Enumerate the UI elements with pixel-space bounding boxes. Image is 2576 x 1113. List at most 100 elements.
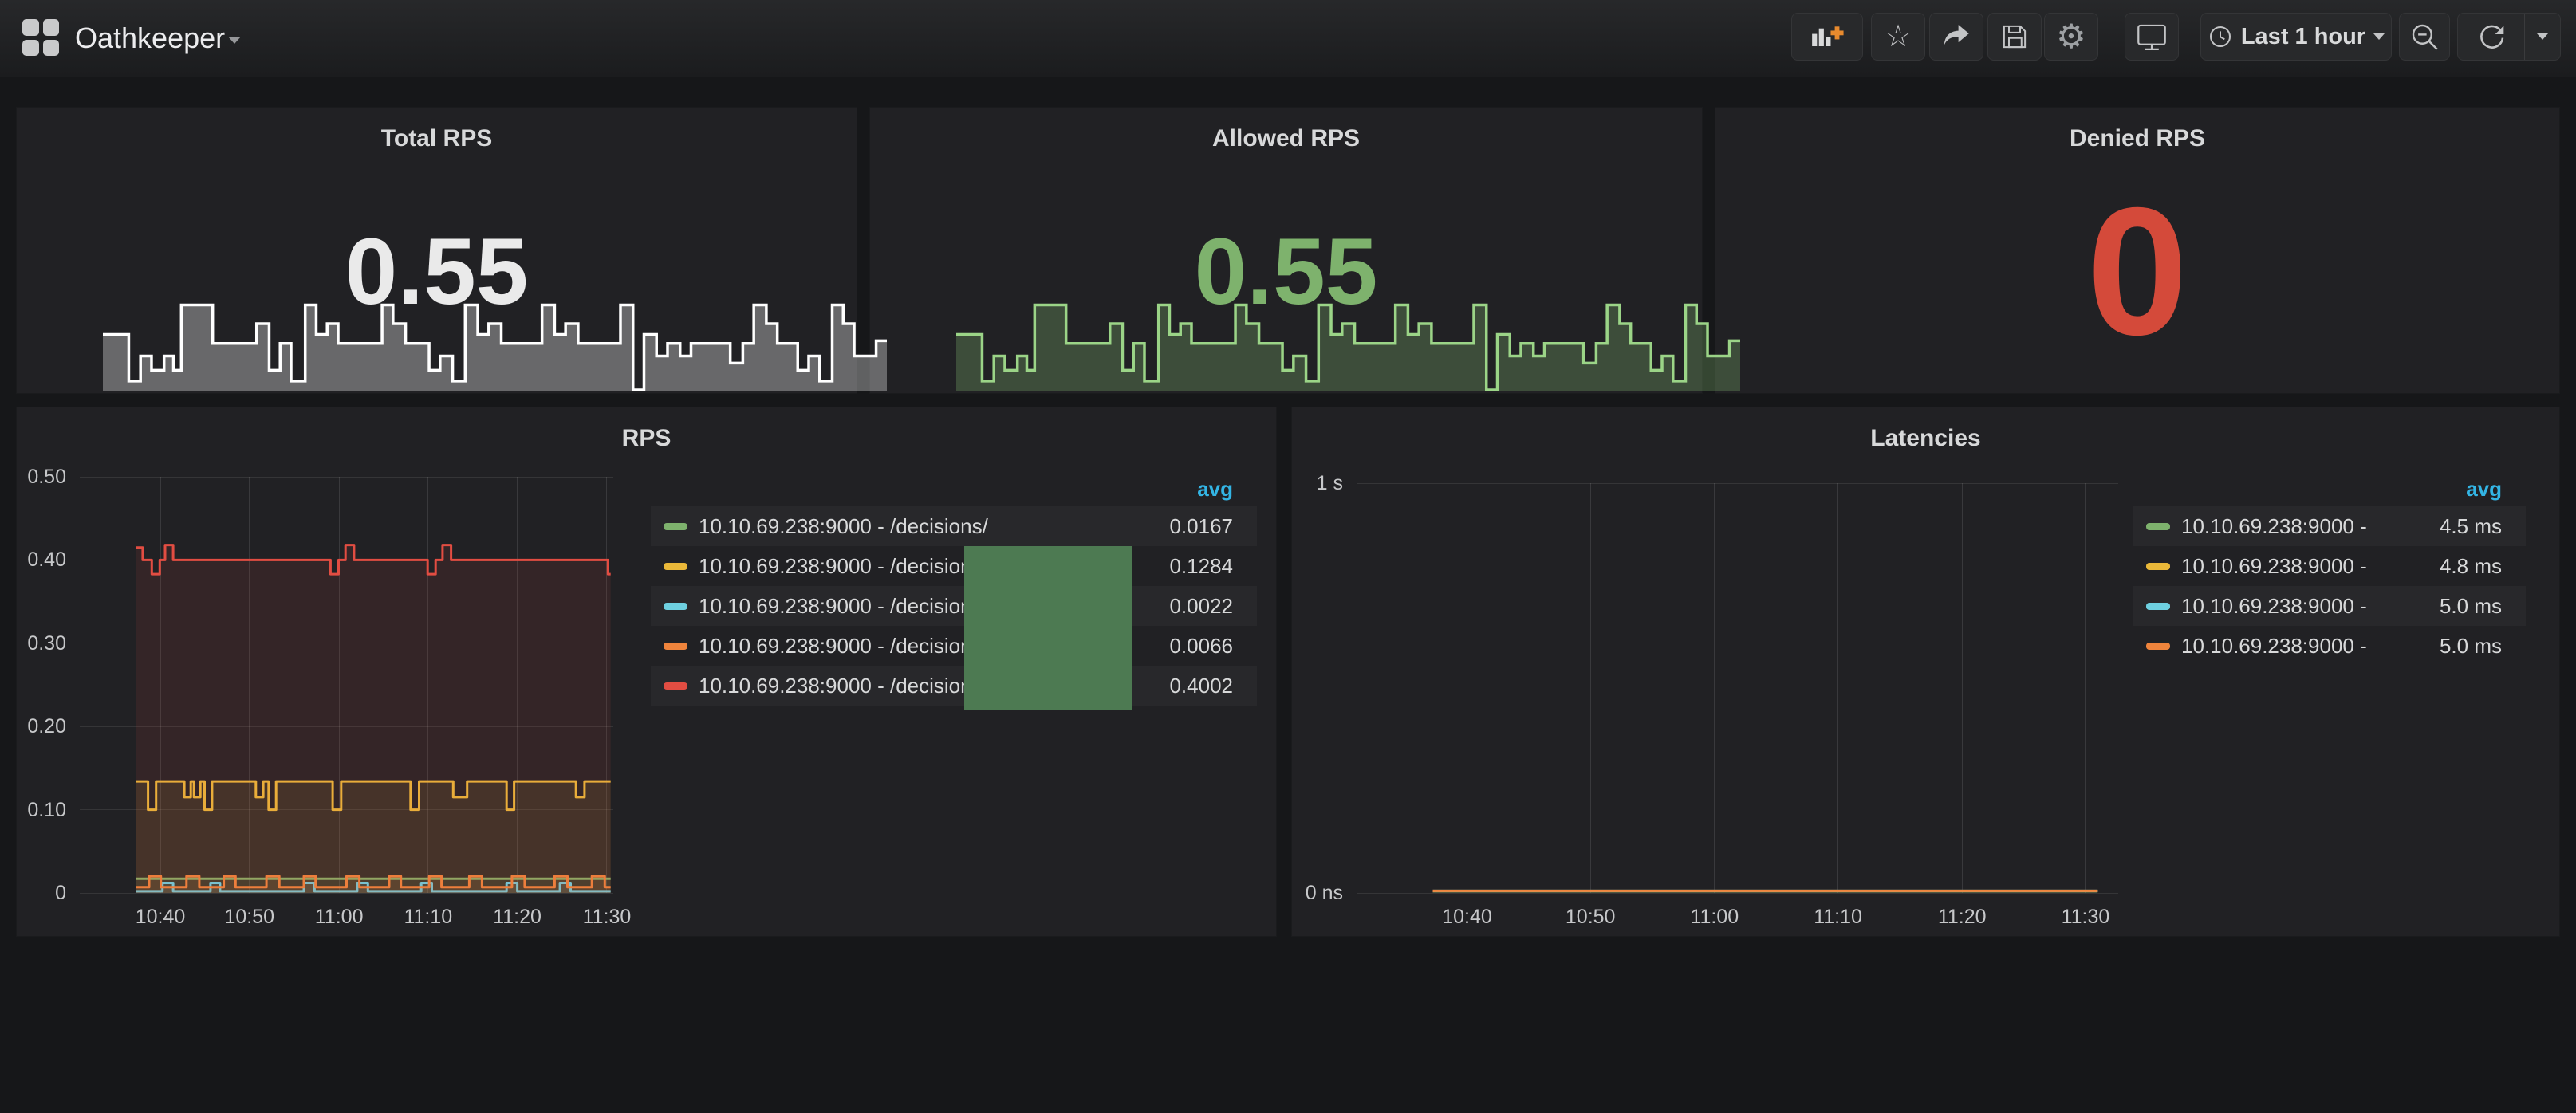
cycle-view-button[interactable] — [2125, 13, 2179, 61]
x-tick-label: 11:30 — [2046, 906, 2125, 929]
legend-row[interactable]: 10.10.69.238:9000 - p100 5.0 ms — [2133, 626, 2526, 666]
save-button[interactable] — [1987, 13, 2042, 61]
series-color-chip[interactable] — [664, 523, 687, 530]
dashboard-grid-icon[interactable] — [22, 19, 59, 56]
refresh-button[interactable] — [2458, 14, 2524, 60]
add-panel-button[interactable] — [1791, 13, 1863, 61]
zoom-out-button[interactable] — [2399, 13, 2450, 61]
gear-icon: ⚙ — [2056, 20, 2086, 53]
rps-series-svg — [80, 477, 613, 893]
panel-total-rps: Total RPS 0.55 — [16, 107, 857, 394]
refresh-icon — [2476, 21, 2507, 53]
stat-value-total: 0.55 — [17, 225, 857, 319]
x-tick-label: 11:20 — [1922, 906, 2002, 929]
x-tick-label: 10:40 — [1427, 906, 1507, 929]
navbar: Oathkeeper ☆ — [0, 0, 2576, 77]
refresh-interval-dropdown[interactable] — [2524, 14, 2560, 60]
green-overlay-artifact — [964, 546, 1132, 710]
panel-latencies-graph: Latencies 0 ns1 s 10:4010:5011:0011:1011… — [1291, 407, 2560, 937]
clock-icon — [2208, 24, 2233, 49]
series-name[interactable]: 10.10.69.238:9000 - p100 — [2181, 634, 2366, 659]
x-tick-label: 11:00 — [1675, 906, 1755, 929]
panel-allowed-rps: Allowed RPS 0.55 — [869, 107, 1703, 394]
series-color-chip[interactable] — [664, 643, 687, 650]
series-avg-value: 4.8 ms — [2366, 554, 2526, 579]
panel-denied-rps: Denied RPS 0 — [1715, 107, 2560, 394]
series-avg-value: 0.0167 — [1097, 514, 1257, 539]
legend-row[interactable]: 10.10.69.238:9000 - /decisions/ 0.0066 — [651, 626, 1257, 666]
series-name[interactable]: 10.10.69.238:9000 - p99 — [2181, 594, 2366, 619]
series-color-chip[interactable] — [664, 563, 687, 570]
series-name[interactable]: 10.10.69.238:9000 - p95 — [2181, 554, 2366, 579]
time-range-picker[interactable]: Last 1 hour — [2200, 13, 2392, 61]
legend-row[interactable]: 10.10.69.238:9000 - /decisions/ 0.0022 — [651, 586, 1257, 626]
latencies-y-axis: 0 ns1 s — [1292, 483, 1345, 893]
legend-row[interactable]: 10.10.69.238:9000 - /decisions/ 0.1284 — [651, 546, 1257, 586]
x-tick-label: 11:30 — [567, 906, 647, 929]
chevron-down-icon — [2537, 33, 2548, 40]
y-tick-label: 0 ns — [1290, 881, 1343, 905]
stat-value-allowed: 0.55 — [870, 225, 1702, 319]
panel-title[interactable]: Total RPS — [17, 125, 857, 152]
y-tick-label: 0.30 — [15, 631, 66, 655]
x-tick-label: 10:40 — [120, 906, 200, 929]
star-icon: ☆ — [1885, 22, 1912, 52]
legend-row[interactable]: 10.10.69.238:9000 - /decisions/ 0.4002 — [651, 666, 1257, 706]
add-panel-icon — [1808, 20, 1846, 53]
x-tick-label: 11:10 — [388, 906, 468, 929]
save-icon — [1998, 20, 2031, 53]
series-color-chip[interactable] — [2146, 643, 2170, 650]
refresh-split-button — [2457, 13, 2561, 61]
zoom-out-icon — [2408, 20, 2441, 53]
y-tick-label: 0.20 — [15, 714, 66, 738]
x-tick-label: 10:50 — [1550, 906, 1630, 929]
series-avg-value: 5.0 ms — [2366, 594, 2526, 619]
x-tick-label: 11:00 — [299, 906, 379, 929]
series-color-chip[interactable] — [2146, 603, 2170, 610]
chevron-down-icon — [2373, 33, 2385, 40]
dashboard-title-dropdown[interactable]: Oathkeeper — [75, 0, 225, 77]
panel-rps-graph: RPS 0 0.10 0.20 0.30 0.40 0.50 10:40 10:50 11:0… — [16, 407, 1277, 937]
rps-y-axis: 00.100.200.300.400.50 — [17, 477, 68, 893]
legend-row[interactable]: 10.10.69.238:9000 - /decisions/ 0.0167 — [651, 506, 1257, 546]
legend-row[interactable]: 10.10.69.238:9000 - p90 4.5 ms — [2133, 506, 2526, 546]
legend-row[interactable]: 10.10.69.238:9000 - p95 4.8 ms — [2133, 546, 2526, 586]
legend-row[interactable]: 10.10.69.238:9000 - p99 5.0 ms — [2133, 586, 2526, 626]
panel-title[interactable]: Allowed RPS — [870, 125, 1702, 152]
series-color-chip[interactable] — [664, 682, 687, 690]
series-name[interactable]: 10.10.69.238:9000 - /decisions/ — [699, 514, 1097, 539]
x-tick-label: 11:20 — [478, 906, 557, 929]
latencies-series-svg — [1357, 483, 2118, 893]
rps-x-axis: 10:4010:5011:0011:1011:2011:30 — [80, 903, 613, 930]
settings-button[interactable]: ⚙ — [2044, 13, 2098, 61]
series-avg-value: 4.5 ms — [2366, 514, 2526, 539]
legend-avg-header[interactable]: avg — [651, 471, 1257, 506]
series-color-chip[interactable] — [2146, 563, 2170, 570]
panel-title[interactable]: RPS — [17, 425, 1276, 452]
legend-avg-header[interactable]: avg — [2133, 471, 2526, 506]
monitor-icon — [2134, 19, 2169, 54]
grafana-dashboard: Oathkeeper ☆ — [0, 0, 2576, 1113]
y-tick-label: 1 s — [1290, 471, 1343, 495]
y-tick-label: 0.40 — [15, 548, 66, 572]
star-button[interactable]: ☆ — [1871, 13, 1925, 61]
y-tick-label: 0.10 — [15, 798, 66, 822]
panel-title[interactable]: Latencies — [1292, 425, 2559, 452]
rps-legend: avg 10.10.69.238:9000 - /decisions/ 0.01… — [651, 471, 1257, 706]
series-color-chip[interactable] — [664, 603, 687, 610]
share-button[interactable] — [1929, 13, 1983, 61]
y-tick-label: 0.50 — [15, 465, 66, 489]
series-avg-value: 5.0 ms — [2366, 634, 2526, 659]
chevron-down-icon[interactable] — [228, 37, 241, 44]
share-icon — [1940, 20, 1973, 53]
x-tick-label: 11:10 — [1798, 906, 1878, 929]
x-tick-label: 10:50 — [210, 906, 290, 929]
series-color-chip[interactable] — [2146, 523, 2170, 530]
latencies-x-axis: 10:4010:5011:0011:1011:2011:30 — [1357, 903, 2118, 930]
panel-title[interactable]: Denied RPS — [1715, 125, 2559, 152]
stat-value-denied: 0 — [1715, 181, 2559, 363]
rps-plot-area[interactable] — [80, 477, 613, 893]
latencies-plot-area[interactable] — [1357, 483, 2118, 893]
series-name[interactable]: 10.10.69.238:9000 - p90 — [2181, 514, 2366, 539]
y-tick-label: 0 — [15, 881, 66, 905]
